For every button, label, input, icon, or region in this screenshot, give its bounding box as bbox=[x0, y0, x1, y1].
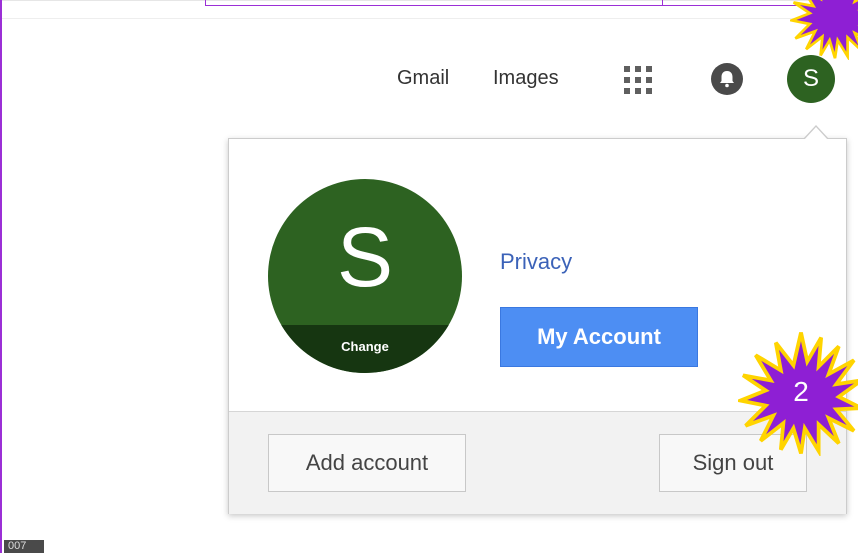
apps-grid-icon[interactable] bbox=[622, 64, 654, 96]
privacy-link[interactable]: Privacy bbox=[500, 248, 572, 276]
my-account-button[interactable]: My Account bbox=[500, 307, 698, 367]
profile-initial: S bbox=[336, 210, 394, 304]
header-divider bbox=[2, 18, 858, 19]
gmail-link[interactable]: Gmail bbox=[397, 66, 449, 90]
bottom-tag: 007 bbox=[4, 540, 44, 553]
step-badge-number: 2 bbox=[793, 376, 809, 407]
highlight-frame-left bbox=[0, 0, 2, 553]
highlight-frame-top bbox=[205, 0, 663, 6]
step-badge-star-icon bbox=[790, 0, 858, 60]
account-avatar-button[interactable]: S bbox=[787, 55, 835, 103]
notifications-bell-icon[interactable] bbox=[710, 62, 744, 96]
add-account-button[interactable]: Add account bbox=[268, 434, 466, 492]
images-link[interactable]: Images bbox=[493, 66, 559, 90]
change-photo-label[interactable]: Change bbox=[268, 337, 462, 357]
profile-photo[interactable]: S Change bbox=[268, 179, 462, 373]
popup-arrow-inner bbox=[804, 127, 828, 140]
